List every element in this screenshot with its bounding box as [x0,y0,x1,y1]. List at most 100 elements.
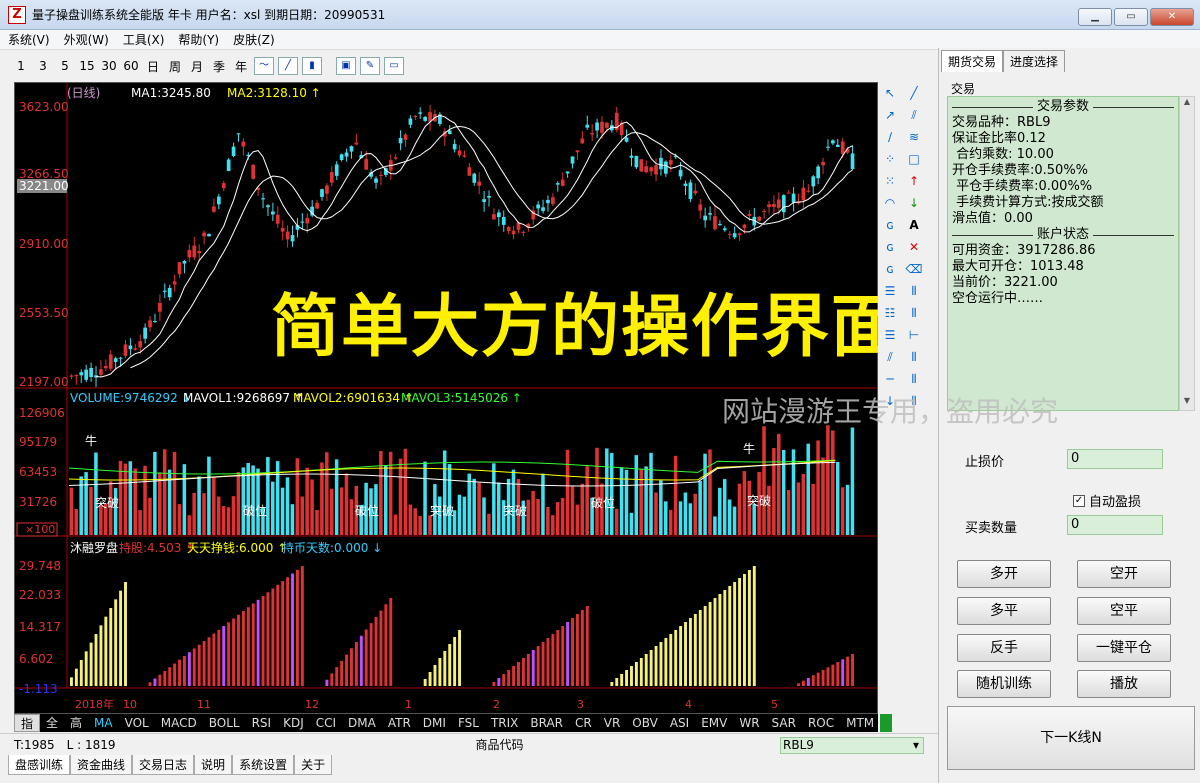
edit-icon[interactable]: ✎ [360,57,380,75]
tab-sar[interactable]: SAR [766,714,802,732]
menu-help[interactable]: 帮助(Y) [178,31,219,48]
tab-indicator[interactable]: 指标 [14,714,41,749]
vbars-tool-icon[interactable]: ⦀ [902,302,926,324]
tab-emv[interactable]: EMV [695,714,733,732]
qty-input[interactable]: 0 [1067,515,1163,535]
tab-trade-log[interactable]: 交易日志 [132,755,195,775]
code-select[interactable]: RBL9 ▾ [780,737,924,754]
stop-loss-input[interactable]: 0 [1067,449,1163,469]
tab-progress[interactable]: 进度选择 [1003,50,1066,72]
tab-cr[interactable]: CR [569,714,598,732]
tab-training[interactable]: 盘感训练 [8,755,71,775]
down-tool-icon[interactable]: ↓ [878,390,902,412]
tab-futures-trade[interactable]: 期货交易 [941,50,1004,72]
line-chart-icon[interactable]: ╱ [278,57,298,75]
tab-vr[interactable]: VR [598,714,627,732]
grid-tool-icon[interactable]: ⁘ [878,148,902,170]
tab-wr[interactable]: WR [733,714,765,732]
open-folder-icon[interactable]: ▭ [384,57,404,75]
period-week[interactable]: 周 [164,58,186,75]
tab-vol[interactable]: VOL [119,714,155,732]
period-tool-icon[interactable]: ⦀ [902,346,926,368]
tab-dma[interactable]: DMA [342,714,382,732]
checkbox-checked-icon[interactable]: ✓ [1073,494,1085,507]
tab-dmi[interactable]: DMI [417,714,452,732]
period-month[interactable]: 月 [186,58,208,75]
period-year[interactable]: 年 [230,58,252,75]
info-scrollbar[interactable]: ▲ ▼ [1179,96,1195,411]
gp-tool-icon[interactable]: ɢ [878,214,902,236]
rect-tool-icon[interactable]: □ [902,148,926,170]
menu-system[interactable]: 系统(V) [8,31,50,48]
line-tool-icon[interactable]: ╱ [902,82,926,104]
tab-about[interactable]: 关于 [294,755,333,775]
tab-rsi[interactable]: RSI [246,714,278,732]
menu-tools[interactable]: 工具(X) [123,31,165,48]
period-30min[interactable]: 30 [98,59,120,73]
tab-trix[interactable]: TRIX [485,714,524,732]
tab-brar[interactable]: BRAR [524,714,569,732]
channel-tool-icon[interactable]: ⫽ [902,104,926,126]
time-tool-icon[interactable]: ⦀ [902,368,926,390]
g-tool-icon[interactable]: ɢ [878,258,902,280]
tab-atr[interactable]: ATR [382,714,417,732]
segment-tool-icon[interactable]: ∕ [878,126,902,148]
play-button[interactable]: 播放 [1077,670,1171,698]
up-arrow-icon[interactable]: ↑ [902,170,926,192]
chart-canvas[interactable]: (日线) MA1:3245.80 MA2:3128.10 ↑ 3623.00 3… [15,83,877,713]
parallel-tool-icon[interactable]: ⫽ [878,346,902,368]
next-bar-button[interactable]: 下一K线N [947,706,1195,770]
dots-tool-icon[interactable]: ⁙ [878,170,902,192]
candle-chart-icon[interactable]: ▮ [302,57,322,75]
period-day[interactable]: 日 [142,58,164,75]
tab-equity-curve[interactable]: 资金曲线 [70,755,133,775]
down-arrow-icon[interactable]: ↓ [902,192,926,214]
scroll-up-icon[interactable]: ▲ [1180,97,1194,111]
auto-tp-checkbox[interactable]: ✓ 自动盈损 [1073,491,1141,510]
reverse-button[interactable]: 反手 [957,634,1051,662]
tab-kdj[interactable]: KDJ [277,714,310,732]
tab-boll[interactable]: BOLL [203,714,246,732]
period-quarter[interactable]: 季 [208,58,230,75]
tab-cci[interactable]: CCI [310,714,342,732]
period-60min[interactable]: 60 [120,59,142,73]
text-tool-icon[interactable]: A [902,214,926,236]
fan-tool-icon[interactable]: ≋ [902,126,926,148]
tab-all[interactable]: 全部 [40,714,64,748]
scroll-down-icon[interactable]: ▼ [1180,396,1194,410]
tab-fsl[interactable]: FSL [452,714,485,732]
ga-tool-icon[interactable]: ɢ [878,236,902,258]
arc-tool-icon[interactable]: ◠ [878,192,902,214]
tab-macd[interactable]: MACD [155,714,203,732]
more-tool-icon[interactable]: ⦀ [902,390,926,412]
maximize-button[interactable]: ▭ [1114,8,1148,26]
hline-tool-icon[interactable]: ─ [878,368,902,390]
period-3min[interactable]: 3 [32,59,54,73]
tab-help[interactable]: 说明 [194,755,233,775]
period-5min[interactable]: 5 [54,59,76,73]
menu-appearance[interactable]: 外观(W) [64,31,109,48]
random-training-button[interactable]: 随机训练 [957,670,1051,698]
close-all-button[interactable]: 一键平仓 [1077,634,1171,662]
short-open-button[interactable]: 空开 [1077,560,1171,588]
ray-tool-icon[interactable]: ↗ [878,104,902,126]
lines-tool-icon[interactable]: ☰ [878,324,902,346]
minimize-button[interactable]: ▁ [1078,8,1112,26]
tab-obv[interactable]: OBV [626,714,664,732]
chart-area[interactable]: (日线) MA1:3245.80 MA2:3128.10 ↑ 3623.00 3… [14,82,899,714]
list-tool-icon[interactable]: ☰ [878,280,902,302]
delete-tool-icon[interactable]: ✕ [902,236,926,258]
tab-roc[interactable]: ROC [802,714,840,732]
period-1min[interactable]: 1 [10,59,32,73]
eraser-tool-icon[interactable]: ⌫ [902,258,926,280]
bars-tool-icon[interactable]: ⦀ [902,280,926,302]
period-15min[interactable]: 15 [76,59,98,73]
pointer-icon[interactable]: ↖ [878,82,902,104]
chart-style-icon[interactable]: 〜 [254,57,274,75]
menu-skin[interactable]: 皮肤(Z) [233,31,275,48]
cycle-tool-icon[interactable]: ⊢ [902,324,926,346]
long-open-button[interactable]: 多开 [957,560,1051,588]
tab-advanced[interactable]: 高级 [64,714,88,748]
tab-mtm[interactable]: MTM [840,714,880,732]
tab-ma[interactable]: MA [88,714,119,732]
